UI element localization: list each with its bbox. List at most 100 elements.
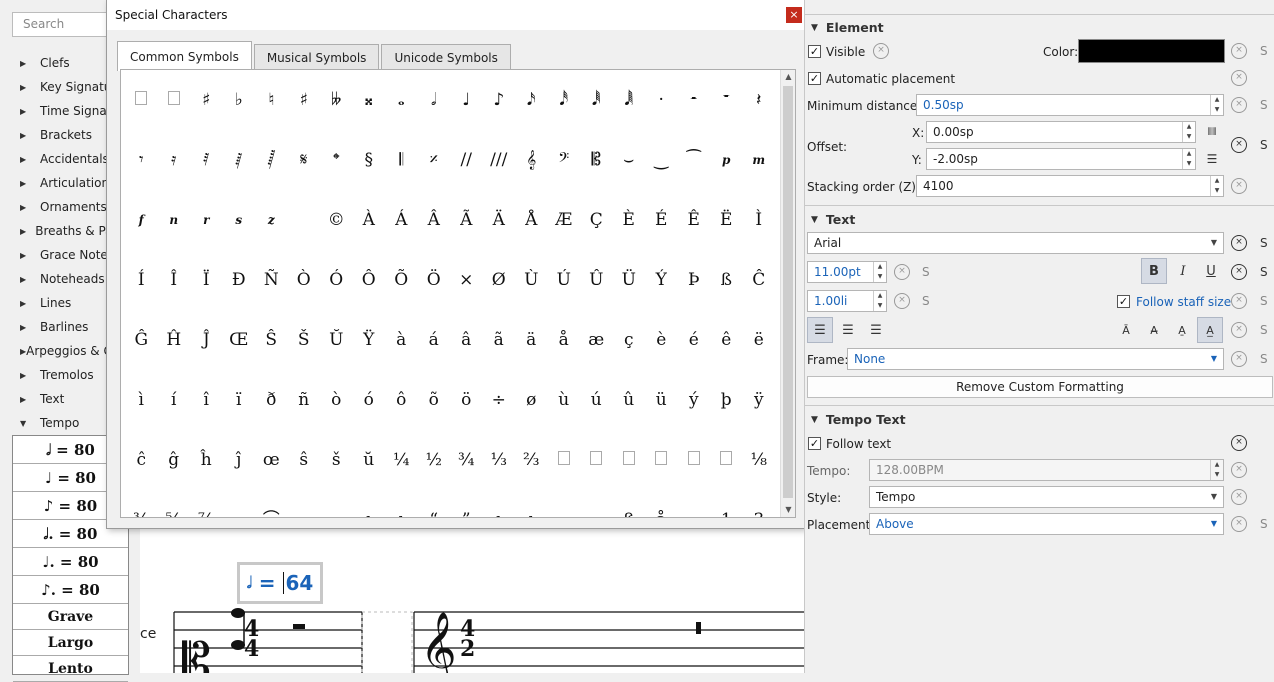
symbol-cell[interactable]: 𝅘𝅥𝅲	[613, 91, 646, 109]
align-right-icon[interactable]: ☰	[863, 317, 889, 343]
reset-font-style-icon[interactable]: ×	[1231, 264, 1247, 280]
symbol-cell[interactable]	[678, 451, 711, 469]
symbol-cell[interactable]: ü	[645, 391, 678, 409]
spinbox-arrows-icon[interactable]: ▲ ▼	[873, 262, 886, 282]
style-button[interactable]: S	[1260, 294, 1268, 308]
symbol-cell[interactable]: è	[645, 331, 678, 349]
symbol-cell[interactable]: ÿ	[743, 391, 776, 409]
italic-button[interactable]: I	[1170, 258, 1196, 284]
reset-visible-icon[interactable]: ×	[873, 43, 889, 59]
symbol-cell[interactable]: ĥ	[190, 451, 223, 469]
symbol-cell[interactable]: 𝄪	[353, 91, 386, 109]
symbol-cell[interactable]: å	[548, 331, 581, 349]
reset-placement-icon[interactable]: ×	[1231, 70, 1247, 86]
symbol-cell[interactable]: s	[223, 214, 256, 226]
symbol-cell[interactable]: 𝄎	[418, 151, 451, 169]
tempo-palette-cell[interactable]: ♩. = 80	[13, 548, 128, 576]
symbol-cell[interactable]	[158, 91, 191, 109]
symbol-cell[interactable]: ♭	[223, 91, 256, 109]
align-center-icon[interactable]: ☰	[835, 317, 861, 343]
symbol-cell[interactable]: ¼	[385, 451, 418, 469]
symbol-cell[interactable]: 𝅘𝅥𝅯	[515, 91, 548, 109]
tempo-text-editor[interactable]: 𝅗𝅥 = 64	[237, 562, 323, 604]
offset-y-input[interactable]: -2.00sp ▲ ▼	[926, 148, 1196, 170]
symbol-cell[interactable]: p	[710, 154, 743, 166]
symbol-cell[interactable]	[613, 451, 646, 469]
symbol-cell[interactable]: m	[743, 154, 776, 166]
symbol-cell[interactable]: 3	[743, 511, 776, 517]
symbol-cell[interactable]: Ã	[450, 211, 483, 229]
remove-custom-formatting-button[interactable]: Remove Custom Formatting	[807, 376, 1273, 398]
symbol-cell[interactable]	[125, 91, 158, 109]
symbol-cell[interactable]: ♪	[483, 91, 516, 109]
reset-placement-icon[interactable]: ×	[1231, 516, 1247, 532]
tempo-palette-cell[interactable]: Grave	[13, 604, 128, 630]
symbol-cell[interactable]: ù	[548, 391, 581, 409]
symbol-cell[interactable]: 𝅘𝅥𝅰	[548, 91, 581, 109]
symbol-cell[interactable]: Ú	[548, 271, 581, 289]
symbol-cell[interactable]: Ŭ	[320, 331, 353, 349]
symbol-cell[interactable]: 𝅁	[223, 151, 256, 169]
dialog-titlebar[interactable]: Special Characters	[107, 0, 805, 30]
align-vcenter-icon[interactable]: A̶	[1141, 317, 1167, 343]
symbol-cell[interactable]: 𝅂	[255, 151, 288, 169]
symbol-cell[interactable]: 𝄻	[710, 91, 743, 109]
symbol-cell[interactable]: š	[320, 451, 353, 469]
grid-scrollbar[interactable]: ▲ ▼	[780, 70, 795, 517]
color-swatch[interactable]	[1078, 39, 1225, 63]
symbol-cell[interactable]: ŭ	[353, 451, 386, 469]
reset-alignment-icon[interactable]: ×	[1231, 322, 1247, 338]
symbol-cell[interactable]: 𝅗𝅥	[418, 91, 451, 109]
symbol-cell[interactable]: Ø	[483, 271, 516, 289]
symbol-cell[interactable]	[645, 451, 678, 469]
symbol-cell[interactable]: ⅓	[483, 451, 516, 469]
symbol-cell[interactable]: ø	[515, 391, 548, 409]
symbol-cell[interactable]: ë	[743, 331, 776, 349]
symbol-cell[interactable]: ⅞	[190, 511, 223, 517]
symbol-cell[interactable]: ·	[645, 91, 678, 109]
symbol-cell[interactable]: É	[645, 211, 678, 229]
tempo-palette-cell[interactable]: ♪. = 80	[13, 576, 128, 604]
symbol-cell[interactable]: //	[450, 151, 483, 169]
symbol-cell[interactable]: 𝄡	[580, 151, 613, 169]
symbol-cell[interactable]: Ý	[645, 271, 678, 289]
reset-min-distance-icon[interactable]: ×	[1231, 97, 1247, 113]
spinbox-arrows-icon[interactable]: ▲ ▼	[1182, 149, 1195, 169]
reset-follow-staff-icon[interactable]: ×	[1231, 293, 1247, 309]
symbol-cell[interactable]: ⁀	[678, 151, 711, 169]
symbol-cell[interactable]: Ü	[613, 271, 646, 289]
tempo-palette-cell[interactable]: Largo	[13, 630, 128, 656]
symbol-cell[interactable]: Æ	[548, 211, 581, 229]
symbol-cell[interactable]: 𝄃	[385, 151, 418, 169]
symbol-cell[interactable]: ÷	[483, 391, 516, 409]
symbol-cell[interactable]: Ù	[515, 271, 548, 289]
symbol-cell[interactable]: ï	[223, 391, 256, 409]
style-button[interactable]: S	[1260, 44, 1268, 58]
symbol-cell[interactable]: 𝄌	[320, 151, 353, 169]
symbol-cell[interactable]: Ë	[710, 211, 743, 229]
symbol-cell[interactable]: ♩	[450, 91, 483, 109]
symbol-cell[interactable]: ç	[613, 331, 646, 349]
symbol-cell[interactable]: ò	[320, 391, 353, 409]
symbol-cell[interactable]: Í	[125, 271, 158, 289]
symbol-cell[interactable]: æ	[580, 331, 613, 349]
reset-offset-icon[interactable]: ×	[1231, 137, 1247, 153]
symbol-cell[interactable]: Ĝ	[125, 331, 158, 349]
symbol-cell[interactable]: ß	[710, 271, 743, 289]
reset-font-icon[interactable]: ×	[1231, 235, 1247, 251]
align-left-icon[interactable]: ☰	[807, 317, 833, 343]
symbol-cell[interactable]: ê	[710, 331, 743, 349]
symbol-cell[interactable]: Ö	[418, 271, 451, 289]
symbol-cell[interactable]: õ	[418, 391, 451, 409]
symbol-cell[interactable]: Û	[580, 271, 613, 289]
symbol-cell[interactable]: ⅝	[158, 511, 191, 517]
scroll-up-icon[interactable]: ▲	[781, 70, 795, 84]
follow-staff-size-checkbox[interactable]: ✓	[1117, 295, 1130, 308]
symbol-cell[interactable]: 𝅘𝅥𝅱	[580, 91, 613, 109]
text-section-header[interactable]: ▼ Text	[811, 212, 855, 227]
symbol-cell[interactable]: Ò	[288, 271, 321, 289]
symbol-cell[interactable]: ĉ	[125, 451, 158, 469]
symbol-cell[interactable]: Ê	[678, 211, 711, 229]
symbol-cell[interactable]: ô	[385, 391, 418, 409]
style-button[interactable]: S	[922, 294, 930, 308]
